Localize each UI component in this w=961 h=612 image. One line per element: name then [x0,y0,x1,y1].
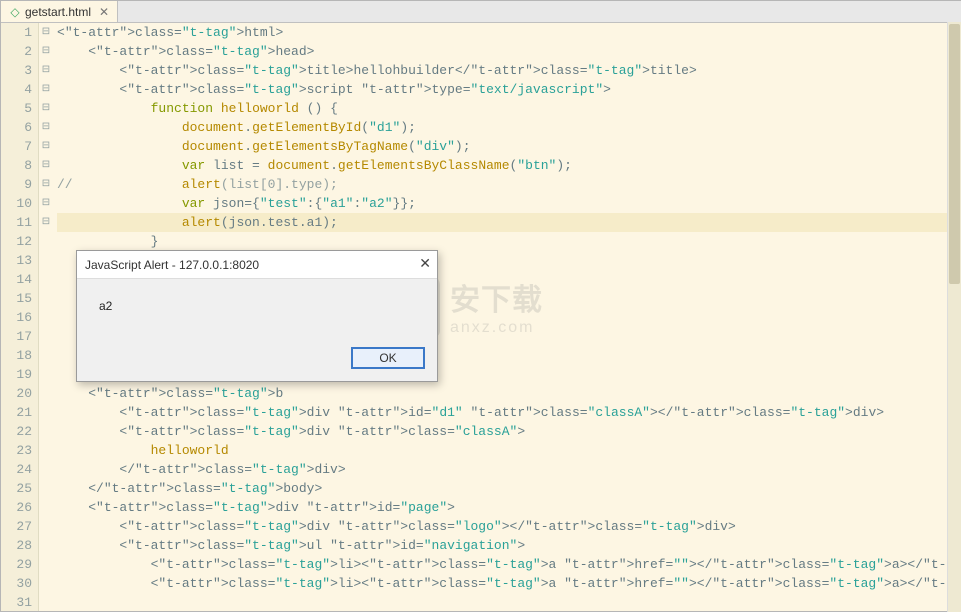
js-alert-dialog: JavaScript Alert - 127.0.0.1:8020 ✕ a2 O… [76,250,438,382]
line-number-gutter: 1234567891011121314151617181920212223242… [1,23,39,611]
close-icon[interactable]: ✕ [419,255,431,272]
ok-button[interactable]: OK [351,347,425,369]
html-file-icon: ◇ [9,6,21,18]
scrollbar-thumb[interactable] [949,24,960,284]
close-icon[interactable]: ✕ [99,5,109,19]
dialog-title: JavaScript Alert - 127.0.0.1:8020 [77,251,437,279]
editor-scrollbar[interactable] [947,22,961,612]
editor-tab-getstart[interactable]: ◇ getstart.html ✕ [1,1,118,22]
editor-tab-bar: ◇ getstart.html ✕ ─ ▢ [1,1,961,23]
editor-tab-label: getstart.html [25,5,91,19]
fold-column[interactable]: ⊟⊟⊟⊟⊟⊟⊟⊟⊟⊟⊟ [39,23,53,611]
dialog-message: a2 [77,279,437,339]
